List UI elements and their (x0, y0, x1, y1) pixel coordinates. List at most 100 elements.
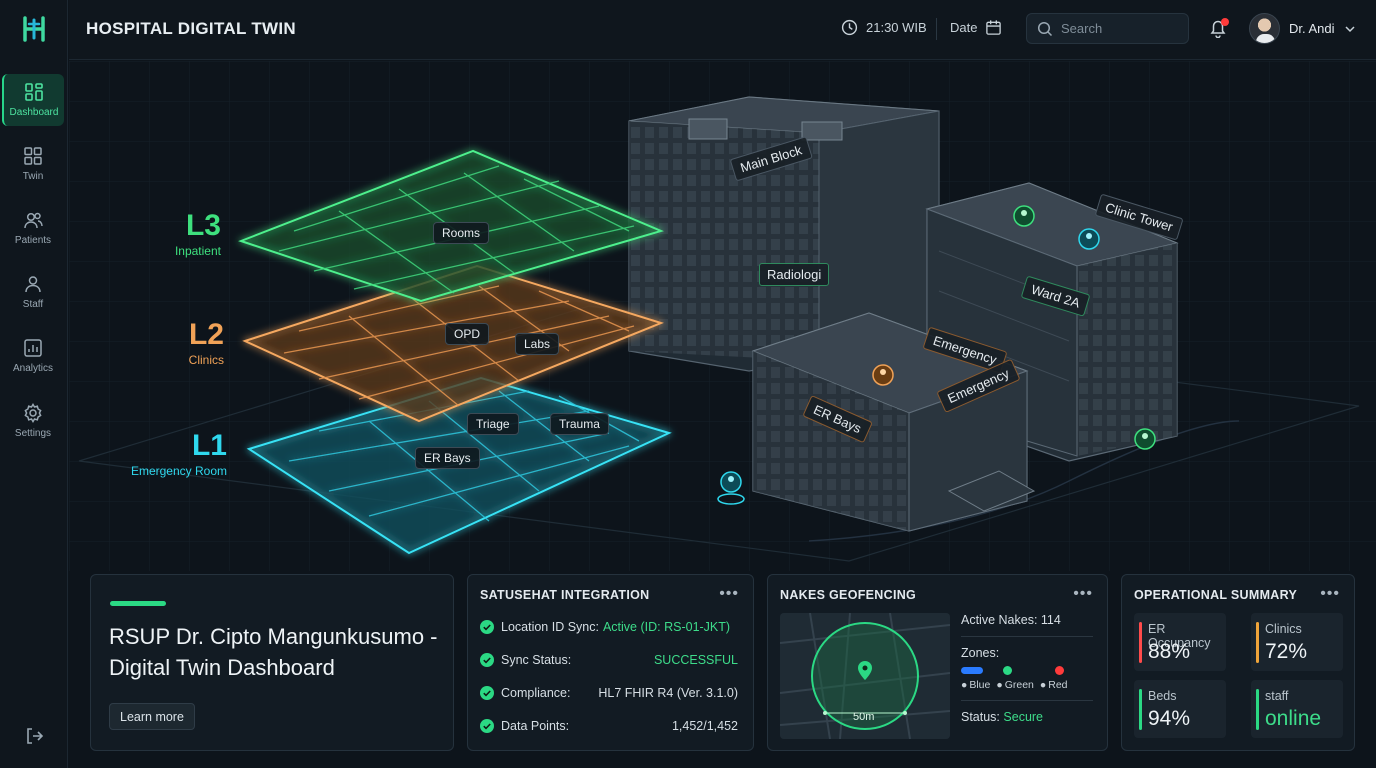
sidebar: Dashboard Twin Patients Staff Analytics … (0, 0, 68, 768)
date-picker-button[interactable]: Date (950, 19, 1002, 36)
more-options-icon[interactable]: ••• (1320, 585, 1340, 603)
top-header: HOSPITAL DIGITAL TWIN 21:30 WIB Date Dr.… (69, 0, 1376, 60)
clock: 21:30 WIB (841, 19, 927, 36)
hospital-logo-icon[interactable] (18, 14, 50, 44)
divider (961, 636, 1093, 637)
level-code: L2 (188, 318, 224, 351)
sync-row-status: Sync Status: SUCCESSFUL (480, 653, 738, 667)
logout-icon[interactable] (24, 726, 44, 746)
level-label-l3: L3 Inpatient (139, 211, 221, 259)
learn-more-button[interactable]: Learn more (109, 703, 195, 730)
zone-green: Green (996, 679, 1034, 691)
metric-value: 88% (1148, 640, 1191, 663)
check-circle-icon (480, 653, 494, 667)
metric-staff: staff online (1251, 680, 1343, 738)
status-value: Secure (1003, 710, 1044, 724)
row-key: Compliance: (501, 686, 571, 700)
notification-button[interactable] (1209, 18, 1229, 40)
metric-label: Beds (1148, 689, 1177, 703)
geofence-status: Status: Secure (961, 710, 1093, 724)
user-name: Dr. Andi (1289, 21, 1335, 36)
zone-red: Red (1040, 679, 1067, 691)
row-value: 1,452/1,452 (671, 719, 738, 733)
sidebar-item-label: Staff (22, 299, 44, 310)
sidebar-item-patients[interactable]: Patients (2, 202, 64, 254)
tag-er-bays[interactable]: ER Bays (415, 447, 480, 469)
digital-twin-scene[interactable]: L3 Inpatient L2 Clinics L1 Emergency Roo… (69, 61, 1376, 571)
calendar-icon (986, 20, 1002, 35)
staff-icon (25, 276, 41, 293)
card-title: NAKES GEOFENCING (780, 588, 917, 602)
level-code: L1 (191, 429, 227, 462)
zone-blue: Blue (961, 679, 990, 691)
tag-triage[interactable]: Triage (467, 413, 519, 435)
zones-label: Zones: (961, 646, 1000, 660)
app-title: HOSPITAL DIGITAL TWIN (86, 19, 296, 38)
sidebar-item-twin[interactable]: Twin (2, 138, 64, 190)
geofencing-card: NAKES GEOFENCING ••• 50m Active Nakes: 1… (767, 574, 1108, 751)
level-name: Inpatient (174, 244, 221, 258)
scene-graphics (69, 61, 1376, 571)
zone-swatch-red (1055, 666, 1064, 675)
card-title: OPERATIONAL SUMMARY (1134, 588, 1298, 602)
search-box[interactable] (1026, 13, 1189, 44)
search-input[interactable] (1061, 21, 1171, 36)
sync-row-data-points: Data Points: 1,452/1,452 (480, 719, 738, 733)
header-divider (936, 18, 937, 40)
metric-label: Clinics (1265, 622, 1302, 636)
geofence-info: Active Nakes: 114 Zones: Blue Green Red … (961, 613, 1093, 724)
patients-icon (24, 212, 43, 229)
user-menu[interactable]: Dr. Andi (1249, 13, 1356, 44)
metric-label: staff (1265, 689, 1289, 703)
tag-trauma[interactable]: Trauma (550, 413, 609, 435)
sync-row-location: Location ID Sync: Active (ID: RS-01-JKT) (480, 620, 738, 634)
row-value: SUCCESSFUL (653, 653, 738, 667)
level-label-l2: L2 Clinics (139, 318, 224, 368)
sidebar-item-dashboard[interactable]: Dashboard (2, 74, 64, 126)
pin-emergency-staff (872, 364, 894, 386)
notification-badge (1221, 18, 1229, 26)
zone-legend: Blue Green Red (961, 679, 1093, 691)
sidebar-item-label: Analytics (12, 363, 53, 374)
tag-opd[interactable]: OPD (445, 323, 490, 345)
metric-beds: Beds 94% (1134, 680, 1226, 738)
tag-radiologi[interactable]: Radiologi (759, 263, 830, 286)
dashboard-icon (25, 83, 43, 101)
satusehat-card: SATUSEHAT INTEGRATION ••• Location ID Sy… (467, 574, 754, 751)
sidebar-item-staff[interactable]: Staff (2, 266, 64, 318)
geofence-map[interactable]: 50m (780, 613, 950, 739)
sidebar-item-label: Twin (22, 171, 44, 182)
sync-row-compliance: Compliance: HL7 FHIR R4 (Ver. 3.1.0) (480, 686, 738, 700)
zone-swatch-green (1003, 666, 1012, 675)
level-name: Clinics (188, 353, 224, 367)
analytics-icon (24, 339, 42, 357)
check-circle-icon (480, 620, 494, 634)
more-options-icon[interactable]: ••• (719, 585, 739, 603)
tag-rooms[interactable]: Rooms (433, 222, 490, 244)
more-options-icon[interactable]: ••• (1073, 585, 1093, 603)
sidebar-item-analytics[interactable]: Analytics (2, 330, 64, 382)
card-title: SATUSEHAT INTEGRATION (480, 588, 650, 602)
radius-label: 50m (853, 711, 875, 723)
date-label: Date (950, 20, 978, 35)
metric-value: 72% (1265, 640, 1308, 663)
metric-value: 94% (1148, 707, 1191, 730)
row-value: Active (ID: RS-01-JKT) (602, 620, 731, 634)
check-circle-icon (480, 719, 494, 733)
pin-clinic-cyan (1078, 228, 1100, 250)
tag-labs[interactable]: Labs (515, 333, 560, 355)
row-key: Data Points: (501, 719, 570, 733)
sidebar-item-settings[interactable]: Settings (2, 395, 64, 447)
metric-er-occupancy: ER Occupancy 88% (1134, 613, 1226, 671)
pin-ground-green (1134, 428, 1156, 450)
sidebar-item-label: Settings (14, 428, 52, 439)
pin-clinic-green (1013, 205, 1035, 227)
level-label-l1: L1 Emergency Room (109, 429, 227, 479)
search-icon (1037, 21, 1053, 36)
chevron-down-icon (1345, 25, 1355, 32)
gear-icon (24, 403, 42, 423)
intro-heading: RSUP Dr. Cipto Mangunkusumo - Digital Tw… (109, 624, 438, 680)
twin-icon (24, 147, 42, 165)
check-circle-icon (480, 686, 494, 700)
accent-bar (110, 601, 166, 606)
